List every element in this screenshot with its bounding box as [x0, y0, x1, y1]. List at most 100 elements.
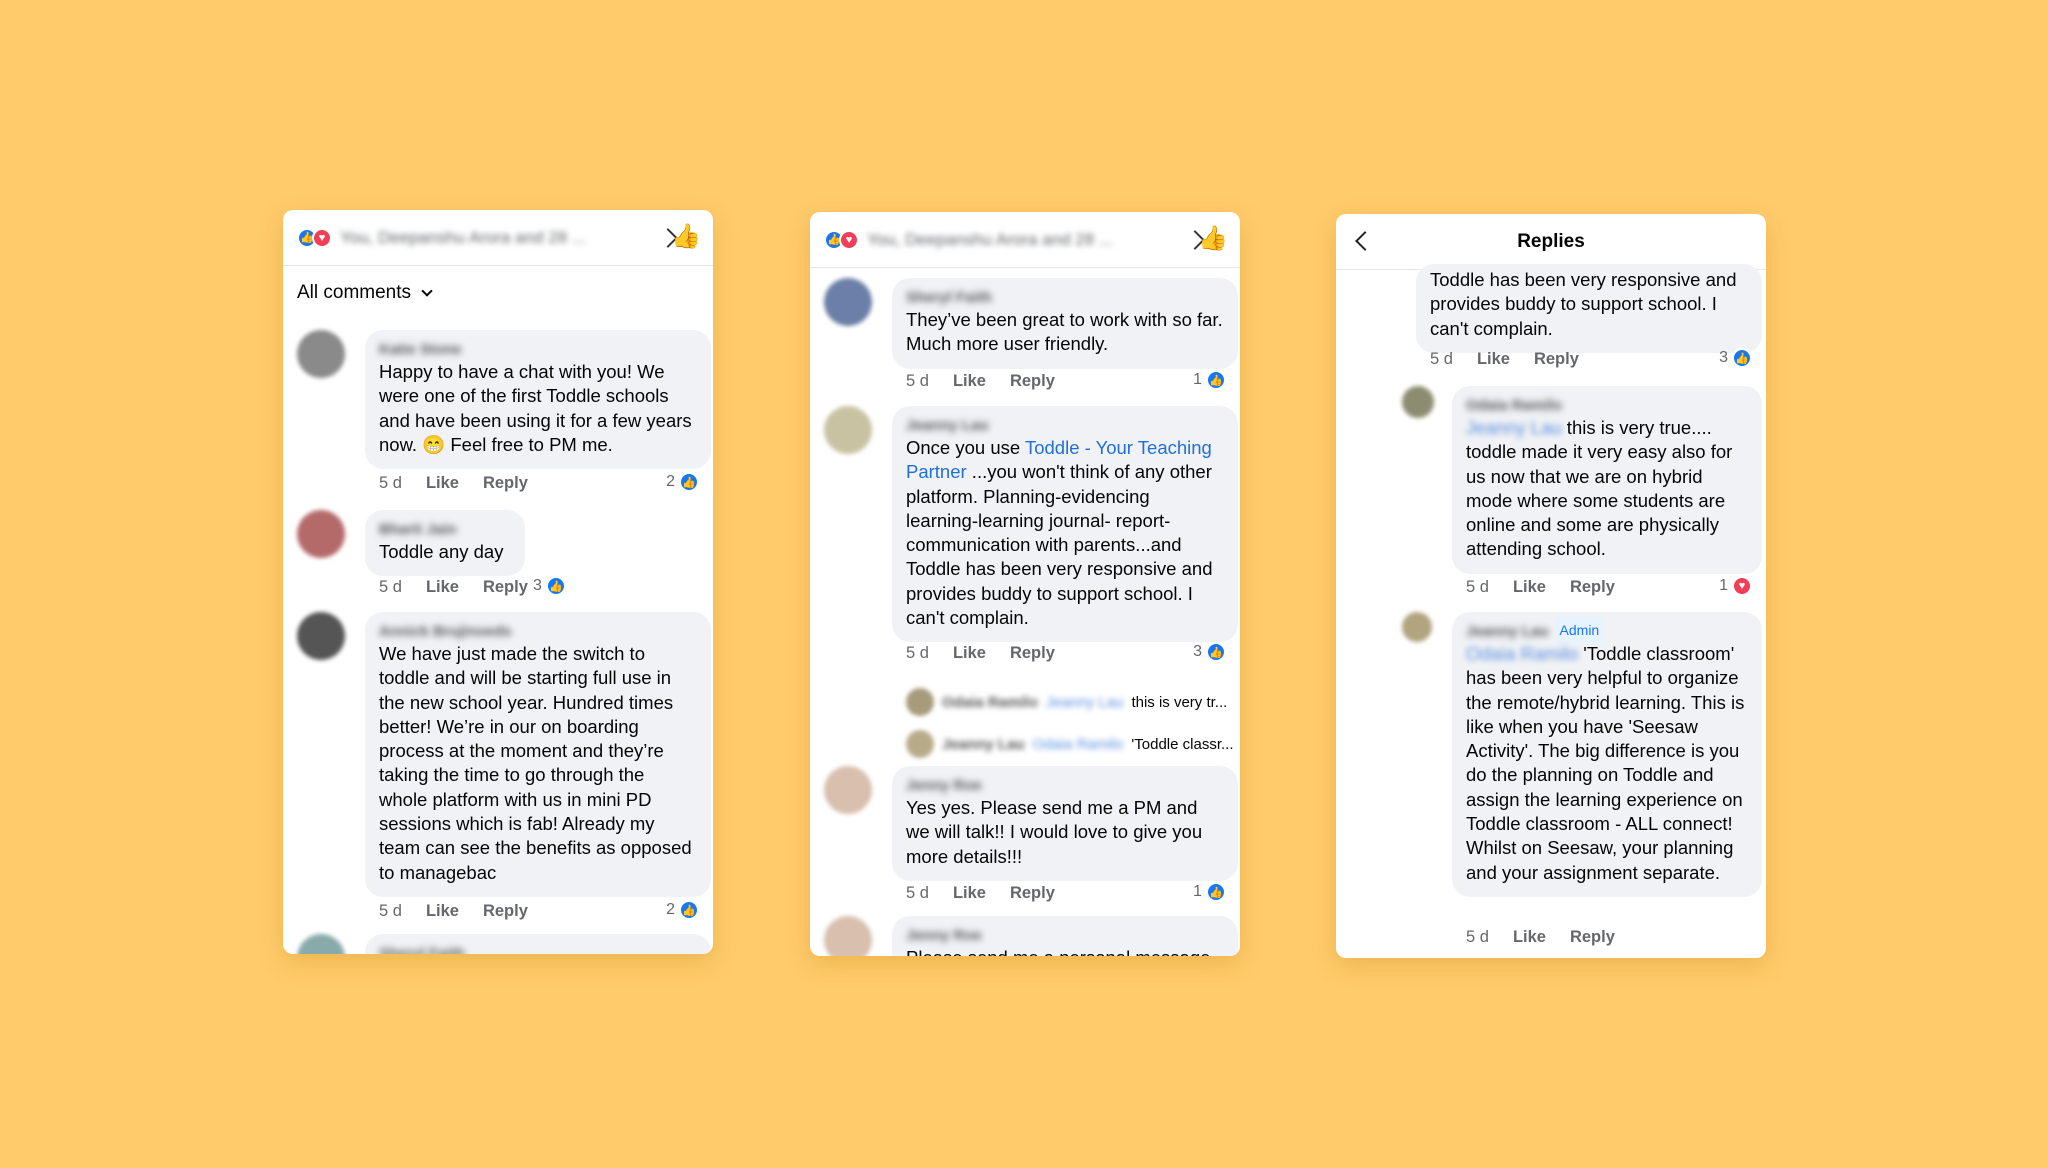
comment-bubble: Bharti Jain Toddle any day	[365, 510, 525, 577]
commenter-name[interactable]: Sheryl Faith	[906, 286, 1224, 306]
comment-time: 5 d	[379, 902, 402, 920]
like-icon: 👍	[679, 472, 699, 492]
like-button[interactable]: Like	[426, 578, 459, 597]
avatar[interactable]	[824, 406, 872, 454]
reaction-count[interactable]: 2 👍	[666, 472, 699, 492]
reply-mention[interactable]: Odaia Ramilo	[1466, 643, 1578, 664]
reply-button[interactable]: Reply	[1570, 928, 1615, 947]
avatar[interactable]	[1402, 386, 1434, 418]
commenter-name[interactable]: Sheryl Faith	[379, 942, 697, 954]
count-value: 1	[1193, 371, 1202, 388]
like-icon: 👍	[1206, 882, 1226, 902]
avatar[interactable]	[824, 278, 872, 326]
reaction-count[interactable]: 1 👍	[1193, 370, 1226, 390]
comment-actions: 5 d Like Reply	[379, 902, 528, 921]
commenter-name[interactable]: Bharti Jain	[379, 518, 511, 538]
comments-panel-1: 👍 ♥ You, Deepanshu Arora and 28 ... 👍 Al…	[283, 210, 713, 954]
comment-bubble: Annick Brujinoeds We have just made the …	[365, 612, 711, 897]
comment-actions: 5 d Like Reply	[379, 578, 528, 597]
reaction-count[interactable]: 3 👍	[1193, 642, 1226, 662]
commenter-name[interactable]: Jenny Roe	[906, 774, 1224, 794]
replies-header: Replies	[1336, 214, 1766, 270]
reply-actions: 5 d Like Reply	[1466, 928, 1615, 947]
like-icon: 👍	[679, 900, 699, 920]
reactions-summary: You, Deepanshu Arora and 28 ...	[340, 227, 587, 247]
comment-bubble: Jenny Roe Yes yes. Please send me a PM a…	[892, 766, 1238, 881]
reactions-bar[interactable]: 👍 ♥ You, Deepanshu Arora and 28 ... 👍	[283, 210, 713, 266]
reply-header: Jeanny Lau Admin	[1466, 616, 1748, 644]
like-icon: 👍	[1206, 370, 1226, 390]
comment-actions: 5 d Like Reply	[906, 884, 1055, 903]
commenter-name[interactable]: Katie Stone	[379, 338, 697, 358]
stage: 👍 ♥ You, Deepanshu Arora and 28 ... 👍 Al…	[0, 0, 2048, 1168]
like-icon: 👍	[1732, 348, 1752, 368]
like-button[interactable]: Like	[1513, 928, 1546, 947]
avatar[interactable]	[297, 612, 345, 660]
reply-body: this is very true.... toddle made it ver…	[1466, 417, 1733, 560]
comments-filter[interactable]: All comments	[283, 266, 713, 312]
like-button[interactable]: Like	[426, 474, 459, 493]
comment-text: Yes yes. Please send me a PM and we will…	[906, 797, 1203, 867]
reaction-count[interactable]: 1 ♥	[1719, 576, 1752, 596]
avatar[interactable]	[824, 916, 872, 956]
avatar[interactable]	[297, 934, 345, 954]
count-value: 2	[666, 473, 675, 490]
comment-text-start: Once you use	[906, 437, 1025, 458]
like-button[interactable]: Like	[953, 644, 986, 663]
reaction-count[interactable]: 1 👍	[1193, 882, 1226, 902]
reaction-count[interactable]: 2 👍	[666, 900, 699, 920]
comment-bubble: Katie Stone Happy to have a chat with yo…	[365, 330, 711, 470]
comment-time: 5 d	[906, 644, 929, 662]
count-value: 1	[1719, 577, 1728, 594]
replier-name[interactable]: Odaia Ramilo	[1466, 394, 1748, 414]
reply-body: 'Toddle classroom' has been very helpful…	[1466, 643, 1745, 883]
comment-actions: 5 d Like Reply	[1430, 350, 1579, 369]
reply-text: Jeanny Lau this is very true.... toddle …	[1466, 416, 1748, 562]
avatar[interactable]	[824, 766, 872, 814]
reaction-icons: 👍 ♥	[297, 227, 332, 248]
reactions-bar[interactable]: 👍 ♥ You, Deepanshu Arora and 28 ... 👍	[810, 212, 1240, 268]
comment-text-end: ...you won't think of any other platform…	[906, 461, 1213, 629]
thumbs-up-icon[interactable]: 👍	[671, 224, 701, 250]
replier-name[interactable]: Jeanny Lau	[1466, 620, 1549, 640]
heart-icon: ♥	[839, 229, 859, 250]
reply-button[interactable]: Reply	[1570, 578, 1615, 597]
thumbs-up-icon[interactable]: 👍	[1198, 226, 1228, 252]
reply-preview[interactable]: Odaia Ramilo Jeanny Lau this is very tr.…	[906, 688, 1227, 716]
reply-button[interactable]: Reply	[483, 902, 528, 921]
reaction-count[interactable]: 3 👍	[1719, 348, 1752, 368]
reaction-count[interactable]: 3 👍	[533, 576, 566, 596]
admin-badge: Admin	[1554, 616, 1605, 644]
comment-bubble: Sheryl Faith	[365, 934, 711, 954]
reply-preview[interactable]: Jeanny Lau Odaia Ramilo 'Toddle classr..…	[906, 730, 1233, 758]
comment-text: Please send me a personal message	[906, 946, 1224, 956]
reply-button[interactable]: Reply	[1534, 350, 1579, 369]
reply-mention: Jeanny Lau	[1045, 693, 1124, 711]
commenter-name[interactable]: Jeanny Lau	[906, 414, 1224, 434]
reply-mention[interactable]: Jeanny Lau	[1466, 417, 1562, 438]
like-button[interactable]: Like	[1513, 578, 1546, 597]
reply-button[interactable]: Reply	[483, 474, 528, 493]
comment-text: Toddle has been very responsive and prov…	[1430, 269, 1737, 339]
reply-bubble: Jeanny Lau Admin Odaia Ramilo 'Toddle cl…	[1452, 612, 1762, 897]
replies-panel: Replies Toddle has been very responsive …	[1336, 214, 1766, 958]
reactions-summary: You, Deepanshu Arora and 28 ...	[867, 229, 1114, 249]
reply-button[interactable]: Reply	[1010, 884, 1055, 903]
reaction-icons: 👍 ♥	[824, 229, 859, 250]
like-button[interactable]: Like	[1477, 350, 1510, 369]
like-button[interactable]: Like	[953, 372, 986, 391]
like-button[interactable]: Like	[953, 884, 986, 903]
reply-author: Odaia Ramilo	[942, 693, 1038, 711]
comment-actions: 5 d Like Reply	[906, 644, 1055, 663]
reply-button[interactable]: Reply	[1010, 372, 1055, 391]
comment-bubble: Jenny Roe Please send me a personal mess…	[892, 916, 1238, 956]
reply-button[interactable]: Reply	[1010, 644, 1055, 663]
comment-time: 5 d	[906, 884, 929, 902]
reply-button[interactable]: Reply	[483, 578, 528, 597]
commenter-name[interactable]: Jenny Roe	[906, 924, 1224, 944]
like-button[interactable]: Like	[426, 902, 459, 921]
avatar[interactable]	[1402, 612, 1432, 642]
commenter-name[interactable]: Annick Brujinoeds	[379, 620, 697, 640]
avatar[interactable]	[297, 330, 345, 378]
avatar[interactable]	[297, 510, 345, 558]
